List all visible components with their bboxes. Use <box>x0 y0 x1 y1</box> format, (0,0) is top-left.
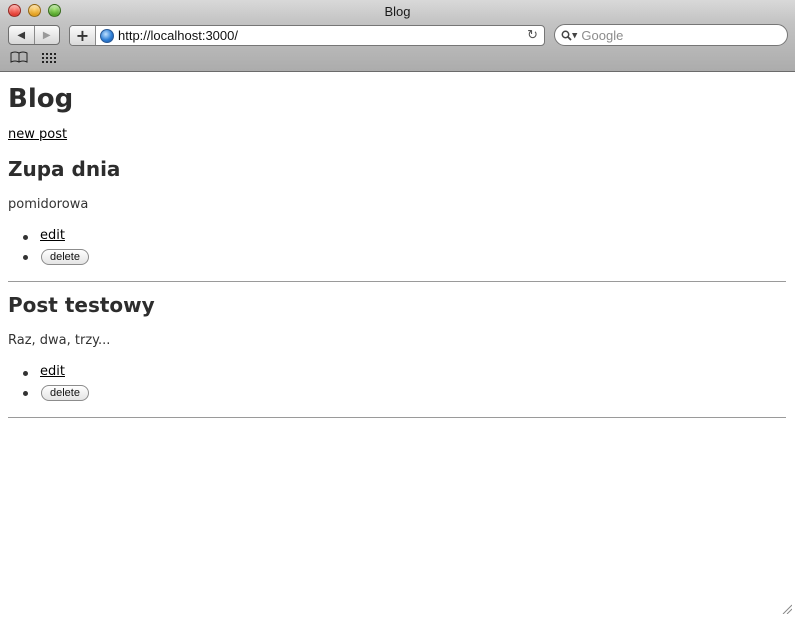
add-bookmark-icon: + <box>75 26 90 45</box>
post-divider <box>8 281 786 282</box>
post-title: Zupa dnia <box>8 157 121 181</box>
add-bookmark-button[interactable]: + <box>70 26 96 45</box>
post-body: Raz, dwa, trzy... <box>8 333 111 348</box>
edit-link[interactable]: edit <box>40 364 65 379</box>
search-input[interactable] <box>581 27 772 43</box>
delete-button[interactable]: delete <box>41 249 89 265</box>
post-title: Post testowy <box>8 293 155 317</box>
bookmarks-book-icon[interactable] <box>10 51 28 67</box>
new-post-link[interactable]: new post <box>8 127 67 142</box>
post-body: pomidorowa <box>8 197 89 212</box>
edit-link[interactable]: edit <box>40 228 65 243</box>
search-bar: ▼ <box>554 24 788 46</box>
window-title: Blog <box>384 4 411 19</box>
forward-button[interactable]: ▶ <box>33 26 60 44</box>
search-icon[interactable]: ▼ <box>561 28 577 43</box>
history-nav: ◀ ▶ <box>8 25 60 45</box>
delete-button[interactable]: delete <box>41 385 89 401</box>
list-item: edit <box>23 228 80 248</box>
page-content: Blog new post Zupa dnia pomidorowa edit … <box>0 73 795 617</box>
top-sites-grid-icon[interactable] <box>42 53 56 63</box>
resize-grip-icon[interactable] <box>782 604 792 614</box>
post-actions: edit delete <box>23 228 89 268</box>
globe-icon <box>100 28 114 43</box>
back-button[interactable]: ◀ <box>9 26 34 44</box>
list-item: delete <box>23 384 89 404</box>
url-field[interactable]: http://localhost:3000/ <box>118 28 527 43</box>
list-item: delete <box>23 248 89 268</box>
post-actions: edit delete <box>23 364 89 404</box>
browser-chrome: Blog ◀ ▶ + http://localhost:3000/ ↻ ▼ <box>0 0 795 72</box>
back-icon: ◀ <box>17 29 26 41</box>
post-divider <box>8 417 786 418</box>
address-bar: + http://localhost:3000/ ↻ <box>69 25 545 46</box>
page-title: Blog <box>8 84 74 114</box>
forward-icon: ▶ <box>42 29 51 41</box>
reload-icon[interactable]: ↻ <box>527 28 538 43</box>
list-item: edit <box>23 364 80 384</box>
